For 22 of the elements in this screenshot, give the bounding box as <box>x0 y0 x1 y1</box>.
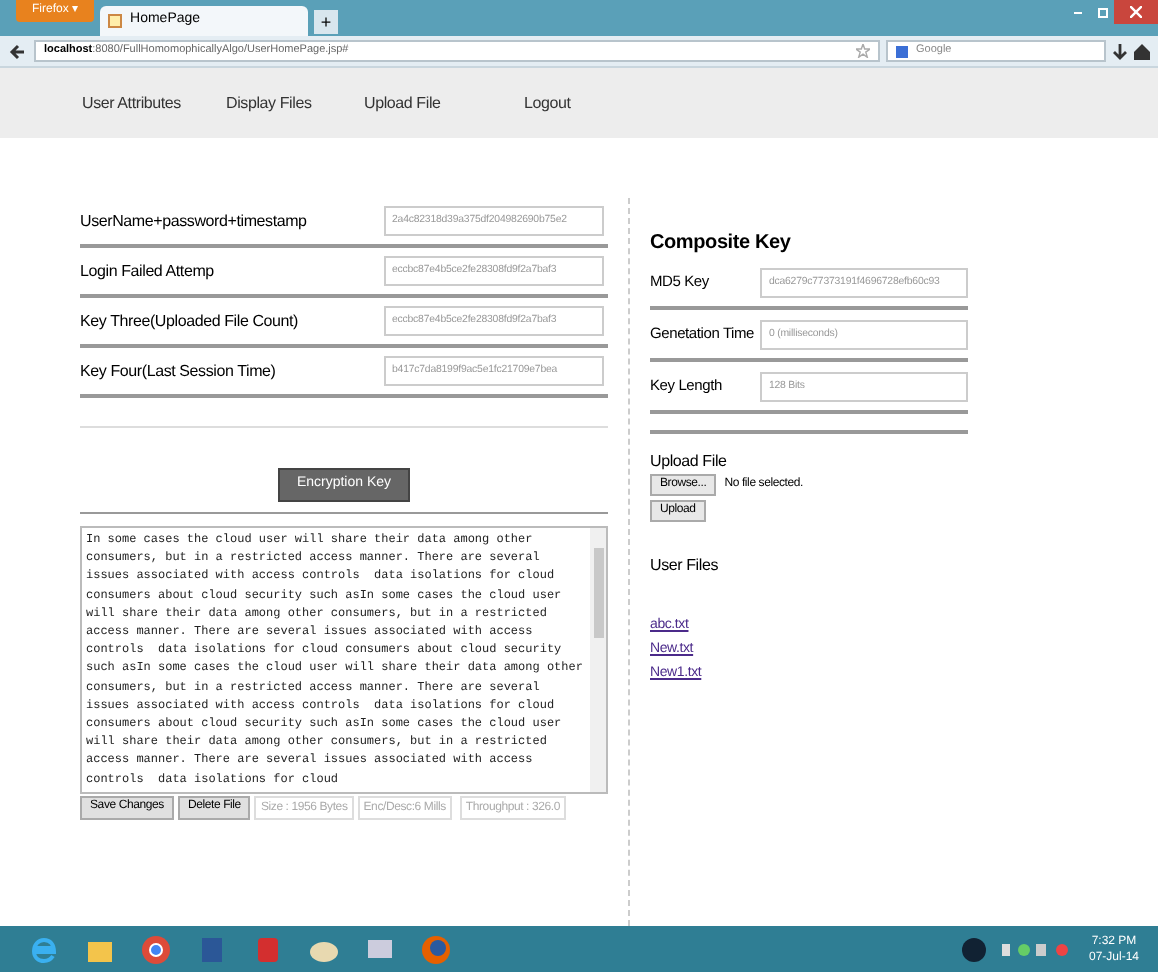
back-arrow-icon[interactable] <box>8 41 28 61</box>
section-title: Upload File <box>650 450 729 474</box>
attribute-label: Key Three(Uploaded File Count) <box>80 309 301 333</box>
help-icon[interactable] <box>962 937 986 961</box>
attribute-label: Login Failed Attemp <box>80 259 216 283</box>
star-icon[interactable] <box>856 44 870 58</box>
attribute-label: UserName+password+timestamp <box>80 209 309 233</box>
menu-link[interactable]: Logout <box>524 91 644 115</box>
section-title: User Files <box>650 554 721 578</box>
tray-icons-drawing[interactable] <box>1002 941 1070 957</box>
page-icon <box>108 14 123 28</box>
section-title: Composite Key <box>650 230 793 258</box>
download-arrow-icon[interactable] <box>1112 43 1128 59</box>
menu-link[interactable]: User Attributes <box>82 91 226 115</box>
close-icon[interactable] <box>1114 0 1158 24</box>
new-tab-button[interactable]: + <box>314 10 339 34</box>
menu-link[interactable]: Display Files <box>226 91 364 115</box>
search-engine-icon <box>896 45 908 57</box>
scrollbar[interactable] <box>590 528 606 792</box>
attribute-label: Key Four(Last Session Time) <box>80 359 278 383</box>
menu-link[interactable]: Upload File <box>364 91 524 115</box>
home-icon[interactable] <box>1134 43 1150 59</box>
